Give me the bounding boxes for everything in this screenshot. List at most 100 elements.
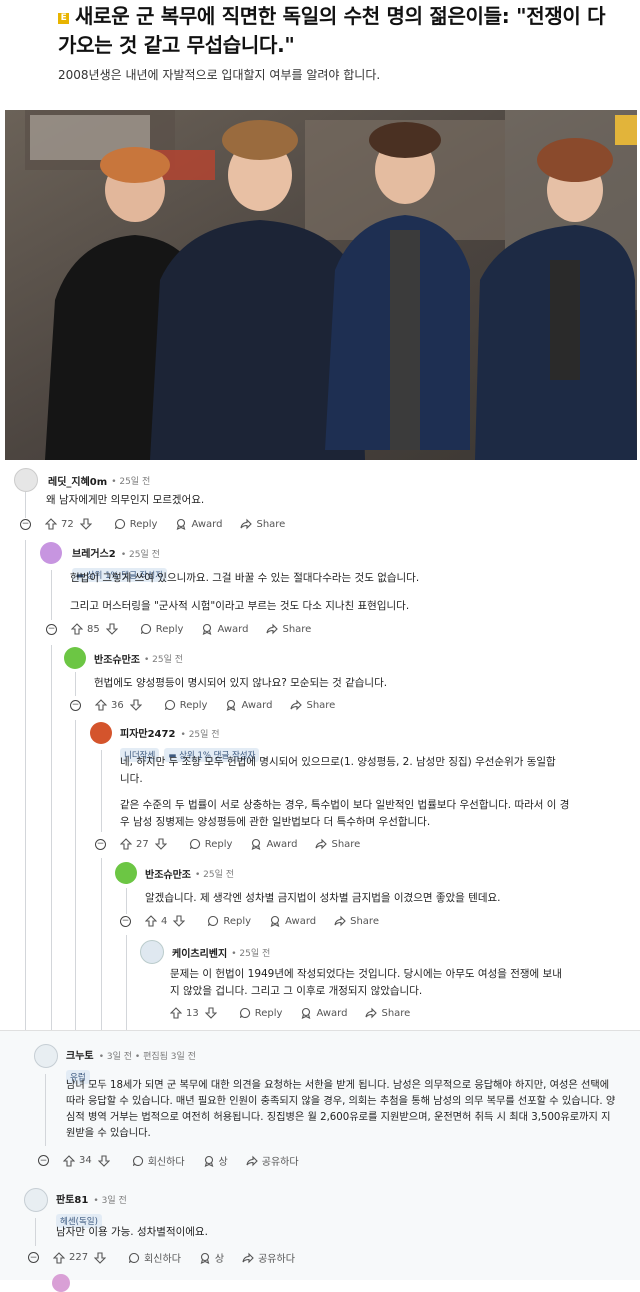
comment-actions: − 34 회신하다 상 공유하다 xyxy=(38,1153,317,1168)
share-icon xyxy=(246,1155,258,1166)
award-button[interactable]: Award xyxy=(175,518,222,530)
reply-button[interactable]: 회신하다 xyxy=(132,1153,185,1168)
comment-actions: − 27 Reply Award Share xyxy=(95,838,378,850)
vote-count: 36 xyxy=(111,699,124,711)
avatar[interactable] xyxy=(140,940,164,964)
comment-body: 알겠습니다. 제 생각엔 성차별 금지법이 성차별 금지법을 이겼으면 좋았을 … xyxy=(145,892,501,904)
avatar[interactable] xyxy=(24,1188,48,1212)
thread-line[interactable] xyxy=(35,1218,36,1246)
avatar[interactable] xyxy=(52,1274,70,1292)
share-button[interactable]: Share xyxy=(334,915,379,927)
collapse-icon[interactable]: − xyxy=(20,518,31,530)
reply-button[interactable]: Reply xyxy=(207,915,251,927)
thread-line[interactable] xyxy=(51,645,52,1030)
share-button[interactable]: 공유하다 xyxy=(242,1250,295,1265)
collapse-icon[interactable]: − xyxy=(38,1155,49,1166)
reply-button[interactable]: Reply xyxy=(164,699,207,711)
reply-icon xyxy=(189,838,200,850)
reply-button[interactable]: Reply xyxy=(189,838,232,850)
username[interactable]: 반조슈만조 xyxy=(145,866,191,881)
award-button[interactable]: 상 xyxy=(199,1250,224,1265)
source-badge: E xyxy=(58,13,69,24)
thread-line[interactable] xyxy=(75,720,76,1030)
collapse-icon[interactable]: − xyxy=(70,699,81,711)
thread-line[interactable] xyxy=(25,492,26,518)
avatar[interactable] xyxy=(115,862,137,884)
share-button[interactable]: Share xyxy=(365,1007,410,1019)
thread-line[interactable] xyxy=(126,888,127,914)
award-button[interactable]: Award xyxy=(250,838,297,850)
thread-line[interactable] xyxy=(101,858,102,1030)
upvote-icon[interactable] xyxy=(71,623,83,635)
upvote-icon[interactable] xyxy=(170,1007,182,1019)
article-subtitle: 2008년생은 내년에 자발적으로 입대할지 여부를 알려야 합니다. xyxy=(58,68,381,82)
username[interactable]: 레딧_지혜0m xyxy=(48,473,107,488)
timestamp: 25일 전 xyxy=(188,730,220,740)
downvote-icon[interactable] xyxy=(129,699,142,711)
share-button[interactable]: Share xyxy=(315,838,360,850)
award-button[interactable]: 상 xyxy=(203,1153,228,1168)
award-button[interactable]: Award xyxy=(201,623,248,635)
reply-icon xyxy=(114,518,125,530)
award-button[interactable]: Award xyxy=(300,1007,347,1019)
award-icon xyxy=(200,1252,210,1264)
avatar[interactable] xyxy=(90,722,112,744)
avatar[interactable] xyxy=(64,647,86,669)
collapse-icon[interactable]: − xyxy=(46,623,57,635)
downvote-icon[interactable] xyxy=(204,1007,217,1019)
upvote-icon[interactable] xyxy=(95,699,107,711)
thread-line[interactable] xyxy=(126,935,127,1030)
reply-button[interactable]: Reply xyxy=(239,1007,282,1019)
vote-count: 227 xyxy=(69,1252,89,1263)
thread-line[interactable] xyxy=(51,570,52,620)
award-icon xyxy=(252,838,261,850)
upvote-icon[interactable] xyxy=(45,518,57,530)
share-button[interactable]: Share xyxy=(240,518,285,530)
avatar[interactable] xyxy=(14,468,38,492)
collapse-icon[interactable]: − xyxy=(120,915,131,927)
username[interactable]: 판토81 xyxy=(56,1195,88,1206)
share-button[interactable]: Share xyxy=(290,699,335,711)
downvote-icon[interactable] xyxy=(154,838,167,850)
comment-body: 남녀 모두 18세가 되면 군 복무에 대한 의견을 요청하는 서한을 받게 됩… xyxy=(66,1080,616,1139)
share-button[interactable]: 공유하다 xyxy=(246,1153,299,1168)
collapse-icon[interactable]: − xyxy=(95,838,106,850)
upvote-icon[interactable] xyxy=(120,838,132,850)
thread-line[interactable] xyxy=(25,540,26,1030)
username[interactable]: 피자만2472 xyxy=(120,729,175,740)
share-button[interactable]: Share xyxy=(266,623,311,635)
username[interactable]: 케이츠리벤지 xyxy=(172,945,227,960)
share-icon xyxy=(334,915,346,927)
reply-icon xyxy=(140,623,151,635)
vote-count: 13 xyxy=(186,1007,199,1019)
edited-label: 편집됨 3일 전 xyxy=(143,1052,196,1062)
downvote-icon[interactable] xyxy=(105,623,118,635)
article-photo xyxy=(5,110,637,460)
upvote-icon[interactable] xyxy=(53,1251,65,1264)
timestamp: 25일 전 xyxy=(152,654,184,665)
award-button[interactable]: Award xyxy=(269,915,316,927)
share-icon xyxy=(266,623,279,635)
thread-line[interactable] xyxy=(75,672,76,696)
avatar[interactable] xyxy=(34,1044,58,1068)
downvote-icon[interactable] xyxy=(97,1154,110,1167)
reply-button[interactable]: 회신하다 xyxy=(128,1250,181,1265)
downvote-icon[interactable] xyxy=(173,915,186,927)
thread-line[interactable] xyxy=(101,750,102,832)
reply-button[interactable]: Reply xyxy=(140,623,183,635)
avatar[interactable] xyxy=(40,542,62,564)
downvote-icon[interactable] xyxy=(94,1251,107,1264)
comment-actions: − 4 Reply Award Share xyxy=(120,915,397,927)
upvote-icon[interactable] xyxy=(145,915,157,927)
downvote-icon[interactable] xyxy=(79,518,92,530)
username[interactable]: 반조슈만조 xyxy=(94,651,140,666)
username[interactable]: 브레거스2 xyxy=(72,549,116,560)
username[interactable]: 크누토 xyxy=(66,1051,94,1062)
award-button[interactable]: Award xyxy=(225,699,272,711)
thread-line[interactable] xyxy=(45,1074,46,1146)
reply-button[interactable]: Reply xyxy=(114,518,157,530)
timestamp: 25일 전 xyxy=(119,476,151,487)
collapse-icon[interactable]: − xyxy=(28,1252,39,1263)
upvote-icon[interactable] xyxy=(63,1154,75,1167)
timestamp: 25일 전 xyxy=(129,550,160,560)
